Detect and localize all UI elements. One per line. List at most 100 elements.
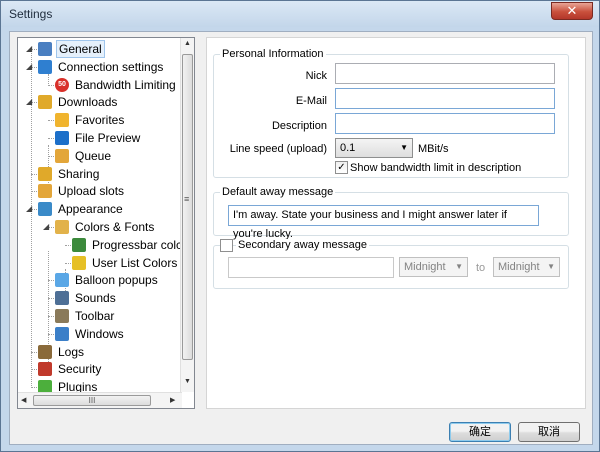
show-bandwidth-label[interactable]: Show bandwidth limit in description: [350, 162, 521, 174]
tree-connector-line: [31, 387, 37, 389]
settings-tree[interactable]: ◢ General ◢ Connection settings 50 Bandwidth …: [17, 37, 195, 409]
secondary-to-value: Midnight: [498, 261, 540, 273]
general-settings-panel: Personal Information Nick E-Mail Descrip…: [206, 37, 586, 409]
tree-item-label: Favorites: [75, 113, 125, 128]
queue-icon: [55, 148, 69, 163]
tree-horizontal-scrollbar[interactable]: ◀ III ▶: [18, 392, 182, 408]
scroll-down-arrow-icon[interactable]: ▼: [184, 378, 191, 385]
cancel-button[interactable]: 取消: [518, 422, 580, 442]
tree-item-label: Upload slots: [58, 184, 125, 199]
personal-information-group: Personal Information Nick E-Mail Descrip…: [213, 48, 569, 178]
tree-connector-line: [48, 280, 54, 282]
tree-item-label: Sharing: [58, 166, 100, 181]
tree-connector-line: [48, 74, 49, 84]
user-icon: [38, 42, 52, 56]
email-input[interactable]: [335, 88, 555, 109]
favorites-icon: [55, 113, 69, 128]
default-away-input[interactable]: I'm away. State your business and I migh…: [228, 205, 539, 240]
windows-icon: [55, 326, 69, 341]
tree-item-label: Bandwidth Limiting: [75, 77, 176, 92]
scroll-left-arrow-icon[interactable]: ◀: [21, 396, 26, 404]
progressbar-icon: [72, 237, 86, 252]
tree-connector-line: [31, 173, 37, 175]
title-bar[interactable]: Settings ✕: [1, 1, 599, 27]
dialog-body: ◢ General ◢ Connection settings 50 Bandwidth …: [9, 31, 593, 445]
tree-item-label: General: [56, 40, 105, 58]
chevron-down-icon: ▼: [400, 143, 408, 152]
sharing-icon: [38, 166, 52, 181]
line-speed-select[interactable]: 0.1 ▼: [335, 138, 413, 158]
tree-item-label: User List Colors: [92, 255, 178, 270]
tree-item-label: Sounds: [75, 291, 116, 306]
secondary-away-legend[interactable]: Secondary away message: [236, 239, 370, 251]
description-input[interactable]: [335, 113, 555, 134]
tree-item-label: Connection settings: [58, 59, 164, 74]
tree-connector-line: [48, 298, 54, 300]
speed-limit-icon: 50: [55, 77, 69, 92]
personal-information-legend: Personal Information: [220, 48, 326, 60]
tree-item-label: File Preview: [75, 131, 141, 145]
globe-icon: [38, 59, 52, 74]
nick-label: Nick: [305, 70, 327, 82]
ok-button[interactable]: 确定: [449, 422, 511, 442]
description-label: Description: [271, 120, 327, 132]
upload-icon: [38, 184, 52, 199]
scroll-up-arrow-icon[interactable]: ▲: [184, 40, 191, 47]
tree-connector-line: [48, 84, 54, 86]
tree-item-label: Toolbar: [75, 309, 115, 323]
tree-connector-line: [48, 333, 54, 335]
nick-input[interactable]: [335, 63, 555, 84]
tree-connector-line: [48, 316, 54, 317]
expand-toggle-icon[interactable]: ◢: [26, 93, 32, 111]
line-speed-value: 0.1: [340, 142, 356, 154]
appearance-icon: [38, 202, 52, 217]
scroll-grip-icon: ≡: [184, 194, 190, 204]
tree-item-label: Progressbar colc: [92, 237, 183, 252]
chevron-down-icon: ▼: [547, 262, 555, 271]
tree-item-label: Balloon popups: [75, 273, 158, 288]
tree-connector-line: [48, 120, 54, 122]
tree-item-label: Downloads: [58, 95, 118, 110]
tree-item-label: Queue: [75, 148, 112, 163]
tree-connector-line: [31, 369, 37, 371]
vertical-scroll-thumb[interactable]: [182, 54, 193, 360]
secondary-from-select[interactable]: Midnight ▼: [399, 257, 468, 277]
horizontal-scroll-thumb[interactable]: III: [33, 395, 151, 406]
preview-icon: [55, 131, 69, 145]
line-speed-unit: MBit/s: [418, 143, 449, 155]
chevron-down-icon: ▼: [455, 262, 463, 271]
sounds-icon: [55, 291, 69, 306]
expand-toggle-icon[interactable]: ◢: [26, 40, 32, 58]
secondary-away-input[interactable]: [228, 257, 394, 278]
tree-item-label: Windows: [75, 326, 124, 341]
palette-icon: [55, 220, 69, 234]
tree-connector-line: [31, 351, 37, 353]
tree-connector-line: [31, 191, 37, 193]
window-title: Settings: [9, 7, 53, 21]
expand-toggle-icon[interactable]: ◢: [26, 58, 32, 76]
tree-connector-line: [48, 138, 54, 139]
userlist-icon: [72, 255, 86, 270]
expand-toggle-icon[interactable]: ◢: [43, 218, 49, 236]
show-bandwidth-checkbox[interactable]: ✓: [335, 161, 348, 174]
email-label: E-Mail: [295, 95, 327, 107]
downloads-icon: [38, 95, 52, 110]
tree-item-label: Security: [58, 362, 102, 377]
secondary-from-value: Midnight: [404, 261, 446, 273]
secondary-away-checkbox[interactable]: [220, 239, 233, 252]
scroll-right-arrow-icon[interactable]: ▶: [170, 396, 175, 404]
default-away-legend: Default away message: [220, 186, 336, 198]
line-speed-label: Line speed (upload): [229, 143, 327, 155]
tree-item-label: Colors & Fonts: [75, 220, 155, 234]
tree-connector-line: [65, 262, 71, 264]
logs-icon: [38, 344, 52, 359]
expand-toggle-icon[interactable]: ◢: [26, 200, 32, 218]
tree-connector-line: [65, 244, 71, 246]
settings-window: Settings ✕ ◢ General ◢ Connection settings 5…: [0, 0, 600, 452]
tree-connector-line: [48, 155, 54, 157]
secondary-to-select[interactable]: Midnight ▼: [493, 257, 560, 277]
security-icon: [38, 362, 52, 377]
tree-vertical-scrollbar[interactable]: ▲ ≡ ▼: [180, 38, 194, 392]
close-button[interactable]: ✕: [551, 2, 593, 20]
secondary-to-label: to: [476, 262, 486, 274]
